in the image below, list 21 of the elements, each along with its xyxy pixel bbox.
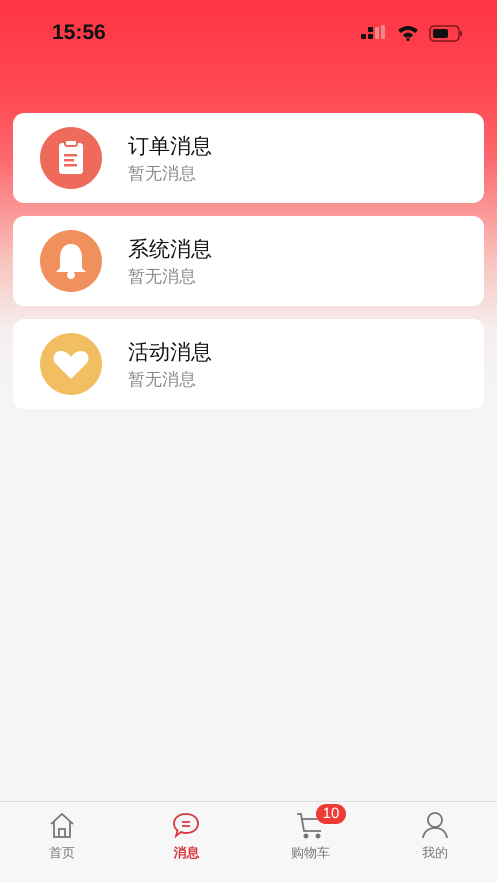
message-title: 活动消息 xyxy=(128,338,212,366)
cart-count-badge: 10 xyxy=(316,804,346,824)
signal-icon xyxy=(361,25,387,41)
tab-item[interactable]: 首页 xyxy=(0,802,124,883)
message-card[interactable]: 系统消息 暂无消息 xyxy=(13,216,484,306)
tab-item[interactable]: 消息 xyxy=(124,802,248,883)
message-card[interactable]: 订单消息 暂无消息 xyxy=(13,113,484,203)
message-subtitle: 暂无消息 xyxy=(128,368,197,390)
chat-icon xyxy=(172,811,200,839)
status-time: 15:56 xyxy=(52,21,106,45)
tab-item[interactable]: 我的 xyxy=(372,802,497,883)
person-icon xyxy=(420,811,449,839)
message-title: 系统消息 xyxy=(128,236,212,262)
message-subtitle: 暂无消息 xyxy=(128,266,197,288)
battery-icon xyxy=(429,24,463,42)
message-subtitle: 暂无消息 xyxy=(128,162,197,184)
tab-item[interactable]: 10 购物车 xyxy=(248,802,373,883)
wifi-icon xyxy=(397,25,419,41)
message-title: 订单消息 xyxy=(128,132,212,160)
message-card[interactable]: 活动消息 暂无消息 xyxy=(13,319,484,409)
home-icon xyxy=(48,811,76,839)
